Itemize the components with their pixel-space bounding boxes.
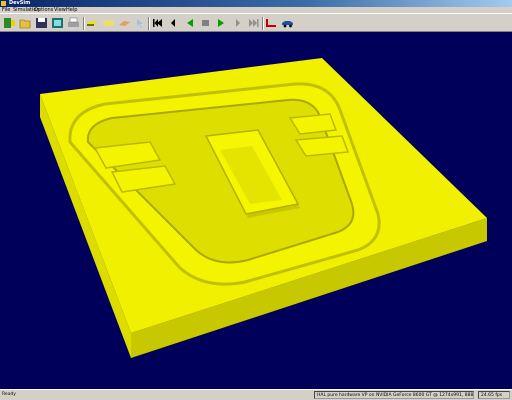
machined-part-render bbox=[40, 58, 487, 358]
print-icon[interactable] bbox=[67, 17, 80, 29]
tool-icon[interactable] bbox=[118, 17, 131, 29]
vehicle-icon[interactable] bbox=[281, 17, 294, 29]
save-icon[interactable] bbox=[35, 17, 48, 29]
renderer-info: HAL pure hardware VP on NVIDIA GeForce 8… bbox=[314, 391, 474, 399]
step-back-icon[interactable] bbox=[167, 17, 180, 29]
status-text: Ready bbox=[2, 392, 16, 397]
fps-counter: 24.65 fps bbox=[478, 391, 510, 399]
rewind-icon[interactable] bbox=[151, 17, 164, 29]
app-icon bbox=[1, 1, 6, 6]
title-bar: DevSim bbox=[0, 0, 512, 7]
toolbar-separator bbox=[83, 17, 85, 30]
open-icon[interactable] bbox=[19, 17, 32, 29]
3d-viewport[interactable] bbox=[0, 32, 512, 389]
status-bar: Ready HAL pure hardware VP on NVIDIA GeF… bbox=[0, 389, 512, 400]
toolbar-separator bbox=[148, 17, 150, 30]
material-icon[interactable] bbox=[102, 17, 115, 29]
toolpath-icon[interactable] bbox=[265, 17, 278, 29]
play-reverse-icon[interactable] bbox=[183, 17, 196, 29]
monitor-icon[interactable] bbox=[51, 17, 64, 29]
exit-icon[interactable] bbox=[3, 17, 16, 29]
stop-icon[interactable] bbox=[199, 17, 212, 29]
toolbar bbox=[0, 13, 512, 32]
stock-icon[interactable] bbox=[86, 17, 99, 29]
window-title: DevSim bbox=[9, 0, 31, 6]
toolbar-separator bbox=[262, 17, 264, 30]
fast-forward-icon[interactable] bbox=[247, 17, 260, 29]
right-notch-lower bbox=[294, 135, 350, 157]
step-forward-icon[interactable] bbox=[231, 17, 244, 29]
cursor-icon[interactable] bbox=[134, 17, 147, 29]
play-icon[interactable] bbox=[215, 17, 228, 29]
